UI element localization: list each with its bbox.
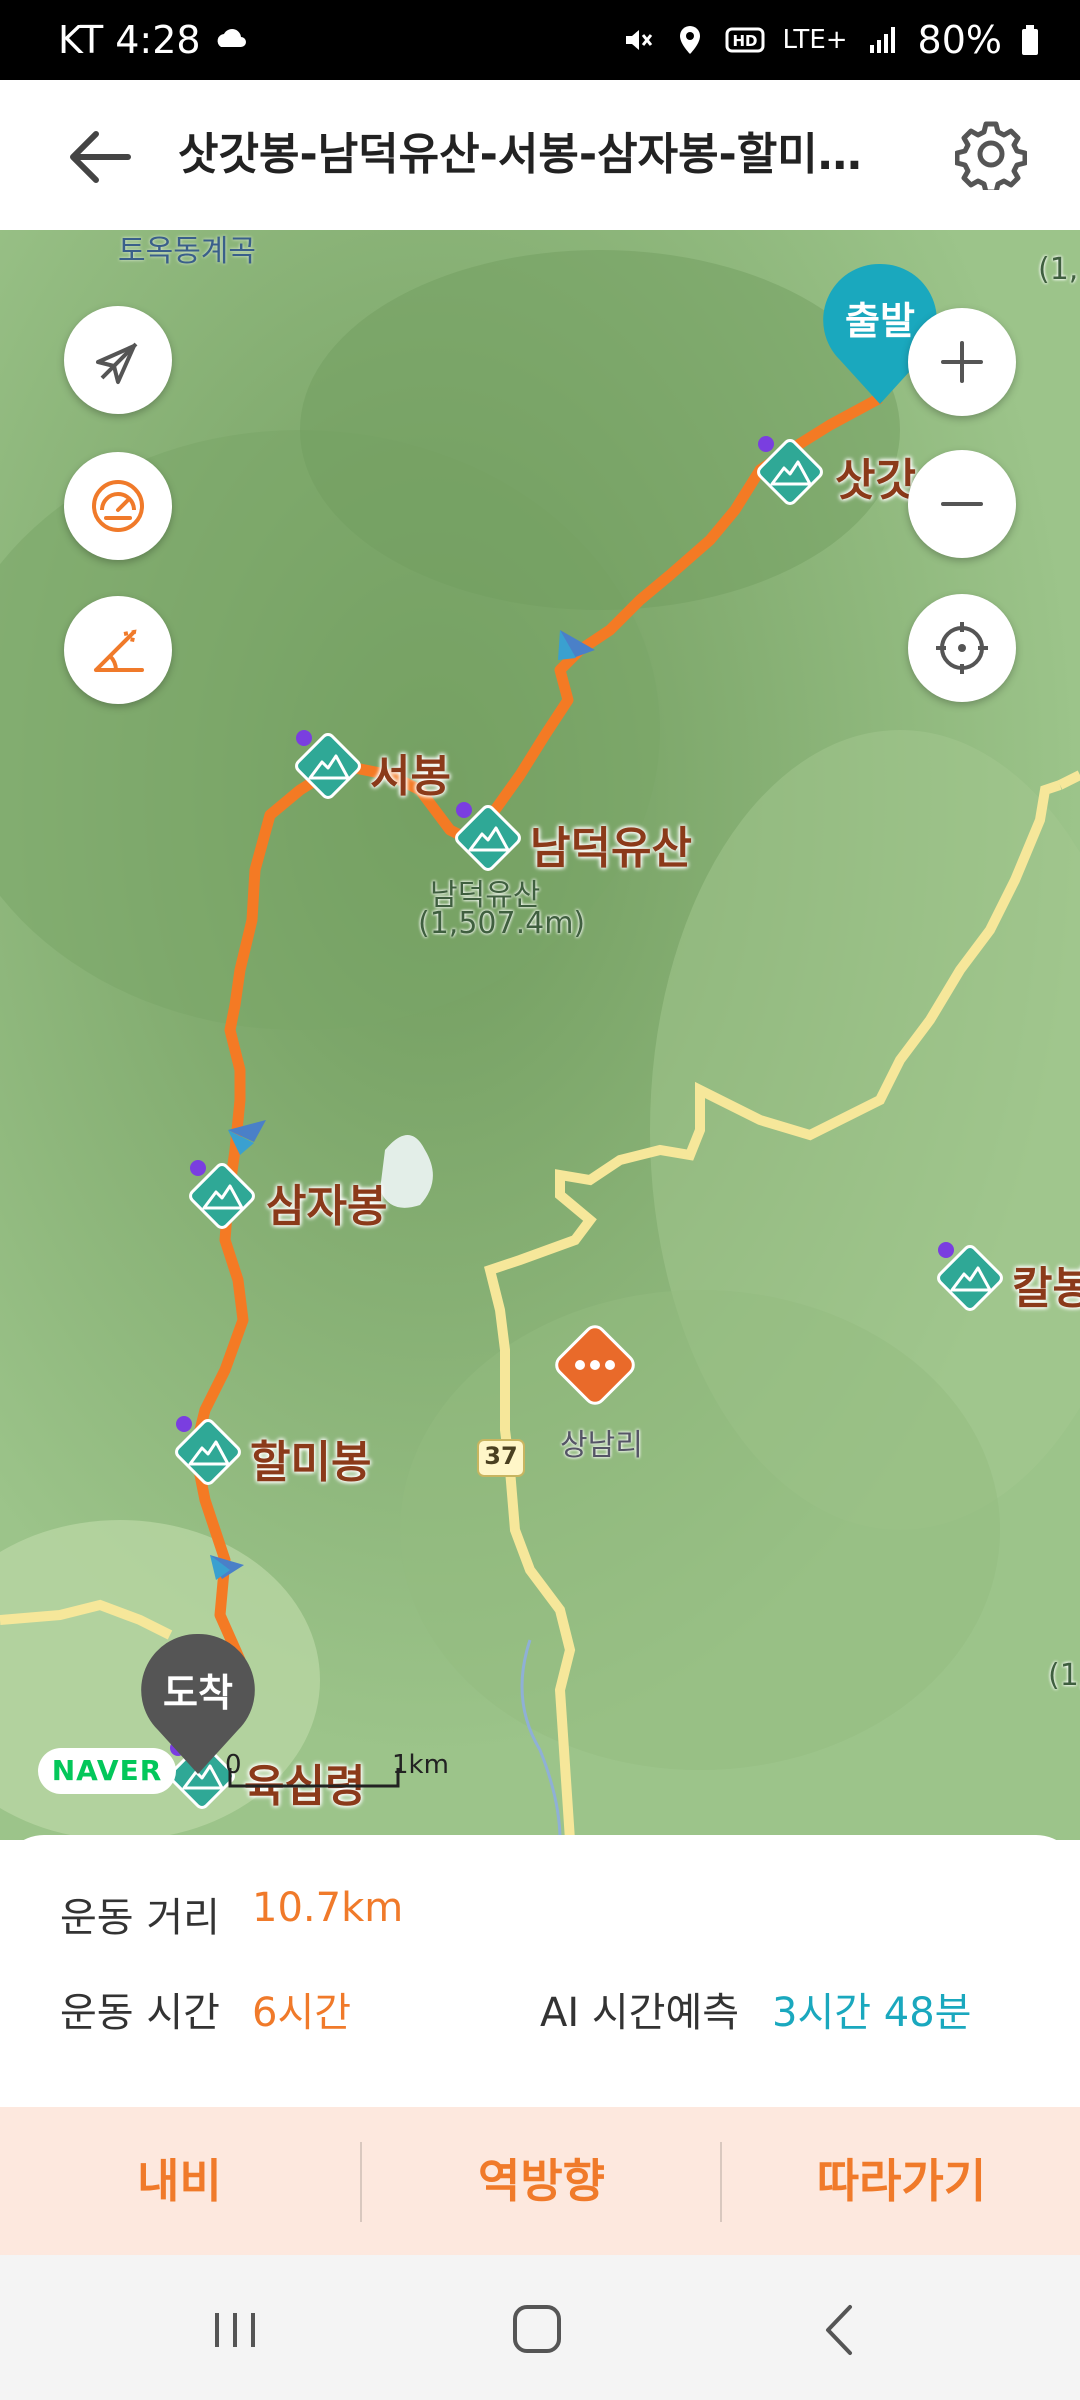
compass-off-button[interactable] <box>64 306 172 414</box>
home-icon[interactable] <box>497 2295 577 2365</box>
system-nav-bar <box>0 2255 1080 2400</box>
slope-angle-icon <box>94 629 144 672</box>
peak-marker-icon[interactable] <box>452 802 524 874</box>
peak-marker-icon[interactable] <box>754 436 826 508</box>
follow-button[interactable]: 따라가기 <box>722 2107 1080 2255</box>
label-peak-satgat[interactable]: 삿갓 <box>835 444 916 508</box>
label-peak-namdeok-elevation: (1,507.4m) <box>418 906 586 941</box>
network-type: LTE+ <box>782 25 848 55</box>
label-valley: 토옥동계곡 <box>118 234 256 269</box>
time-value: 6시간 <box>252 1990 352 2036</box>
peak-marker-icon[interactable] <box>172 1416 244 1488</box>
distance-value: 10.7km <box>252 1885 404 1931</box>
label-peak-namdeok[interactable]: 남덕유산 <box>530 812 692 876</box>
my-location-button[interactable] <box>908 594 1016 702</box>
scale-bar <box>228 1768 400 1788</box>
scale-start: 0 <box>225 1750 242 1780</box>
header: 삿갓봉-남덕유산-서봉-삼자봉-할미봉... <box>0 80 1080 232</box>
slope-button[interactable] <box>64 596 172 704</box>
back-arrow-icon[interactable] <box>60 122 140 192</box>
label-edge-bottom: (1, <box>1048 1658 1080 1693</box>
end-label: 도착 <box>163 1671 233 1715</box>
zoom-in-button[interactable] <box>908 308 1016 416</box>
label-peak-halmi[interactable]: 할미봉 <box>250 1426 371 1490</box>
time-label: 운동 시간 <box>60 1990 220 2036</box>
scale-end: 1km <box>392 1750 449 1780</box>
label-peak-seobong[interactable]: 서봉 <box>370 740 451 804</box>
location-icon <box>679 26 700 54</box>
back-nav-icon[interactable] <box>800 2295 880 2365</box>
status-bar: KT 4:28 HD LTE+ 80% <box>0 0 1080 80</box>
minus-icon <box>941 502 983 506</box>
compass-off-icon <box>96 342 138 384</box>
signal-icon <box>869 27 895 53</box>
mute-icon <box>625 30 652 50</box>
label-peak-kalbong[interactable]: 칼봉 <box>1012 1252 1080 1316</box>
recent-apps-icon[interactable] <box>195 2295 275 2365</box>
label-village: 상남리 <box>560 1428 643 1463</box>
label-peak-samja[interactable]: 삼자봉 <box>266 1170 387 1234</box>
map-view[interactable]: 토옥동계곡 (1, (1, 삿갓 서봉 남덕유산 남덕유산 (1,507.4m)… <box>0 230 1080 1840</box>
battery-icon <box>1022 25 1038 55</box>
distance-label: 운동 거리 <box>60 1895 220 1941</box>
ai-estimate-value: 3시간 48분 <box>772 1990 972 2036</box>
action-bar: 내비 역방향 따라가기 <box>0 2107 1080 2255</box>
cloud-icon <box>217 29 246 47</box>
naver-logo: NAVER <box>38 1748 176 1794</box>
hd-icon: HD <box>725 27 765 53</box>
zoom-out-button[interactable] <box>908 450 1016 558</box>
peak-marker-icon[interactable] <box>934 1242 1006 1314</box>
carrier-time: KT 4:28 <box>58 18 201 62</box>
reverse-button[interactable]: 역방향 <box>362 2107 721 2255</box>
label-edge-top: (1, <box>1038 252 1079 287</box>
ai-estimate-label: AI 시간예측 <box>540 1990 740 2036</box>
gear-icon[interactable] <box>955 118 1027 190</box>
speed-button[interactable] <box>64 452 172 560</box>
peak-marker-icon[interactable] <box>292 730 364 802</box>
svg-text:HD: HD <box>732 32 757 50</box>
crosshair-icon <box>936 622 988 674</box>
navigate-button[interactable]: 내비 <box>0 2107 359 2255</box>
battery-percent: 80% <box>917 18 1002 62</box>
peak-marker-icon[interactable] <box>186 1160 258 1232</box>
plus-icon <box>941 341 983 383</box>
speedometer-icon <box>92 480 144 532</box>
road-number: 37 <box>484 1442 518 1470</box>
route-info-sheet: 운동 거리 10.7km 운동 시간 6시간 AI 시간예측 3시간 48분 <box>0 1835 1080 2107</box>
route-title: 삿갓봉-남덕유산-서봉-삼자봉-할미봉... <box>178 129 898 180</box>
